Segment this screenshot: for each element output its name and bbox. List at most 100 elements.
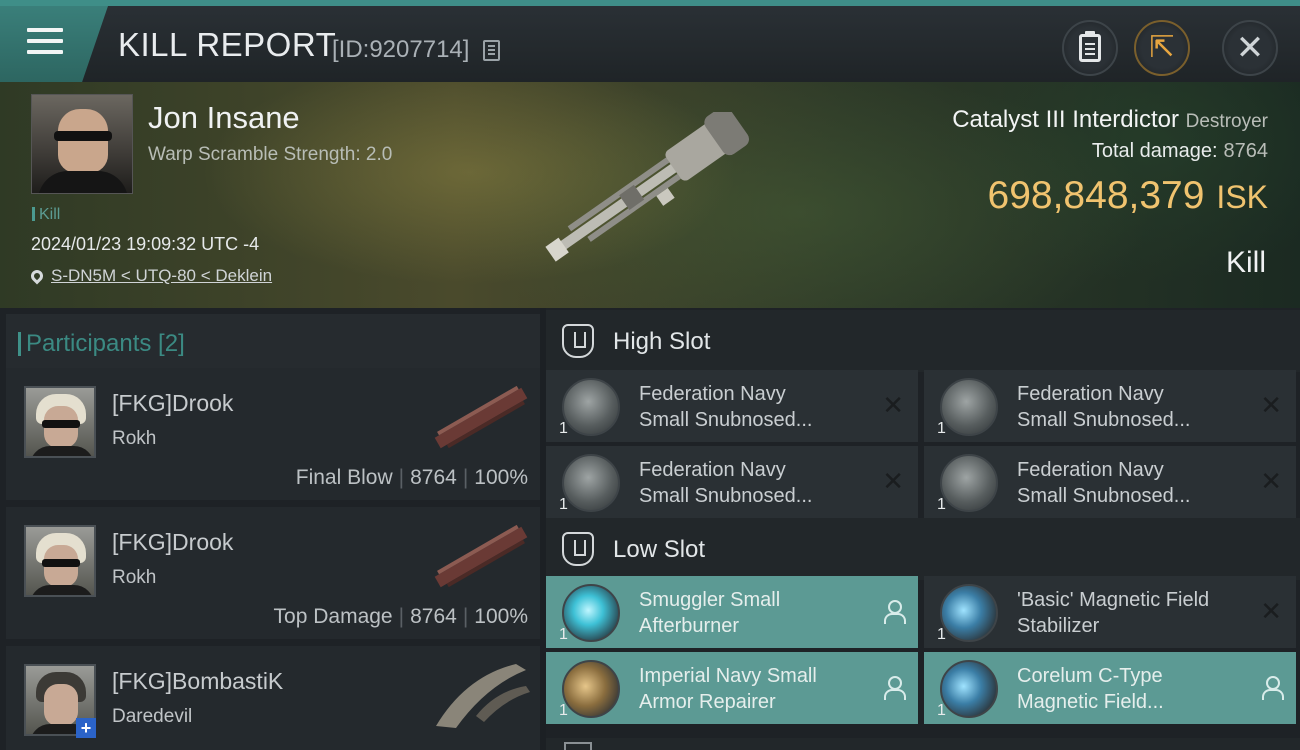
share-button[interactable]: ⇱: [1134, 20, 1190, 76]
participant-row[interactable]: [FKG]Drook Rokh Top Damage | 8764 | 100%: [6, 507, 540, 639]
participant-damage: 8764: [410, 466, 457, 489]
low-slot-header: Low Slot: [546, 518, 1300, 580]
participant-name: [FKG]BombastiK: [112, 668, 284, 694]
module-item[interactable]: 1 Federation Navy Small Snubnosed... ✕: [924, 370, 1296, 442]
module-name: Federation Navy Small Snubnosed...: [639, 383, 813, 431]
fitting-panel: High Slot 1 Federation Navy Small Snubnos…: [546, 308, 1300, 750]
participant-damage: 8764: [410, 605, 457, 628]
participant-ship: Rokh: [112, 428, 157, 449]
low-slot-label: Low Slot: [613, 536, 706, 563]
plus-badge-icon: +: [76, 718, 96, 738]
module-name: Federation Navy Small Snubnosed...: [1017, 459, 1191, 507]
dropped-person-icon: [1262, 676, 1284, 700]
destroyed-icon: ✕: [1260, 596, 1282, 626]
module-name: Smuggler Small Afterburner: [639, 589, 781, 637]
kill-datetime: 2024/01/23 19:09:32 UTC -4: [31, 234, 260, 254]
clipboard-button[interactable]: [1062, 20, 1118, 76]
participant-ship-image: [434, 385, 528, 449]
menu-button[interactable]: [0, 6, 108, 82]
participant-percent: 100%: [474, 466, 528, 489]
page-title: KILL REPORT: [118, 26, 337, 63]
participant-ship: Daredevil: [112, 706, 193, 727]
victim-panel: Jon Insane Warp Scramble Strength: 2.0 K…: [0, 82, 1300, 308]
clipboard-icon: [1079, 31, 1101, 62]
participant-avatar[interactable]: [24, 386, 96, 458]
module-item[interactable]: 1 Federation Navy Small Snubnosed... ✕: [924, 446, 1296, 518]
module-quantity: 1: [559, 420, 568, 437]
participant-stats: Top Damage | 8764 | 100%: [273, 605, 528, 628]
participants-panel: Participants [2] [FKG]Drook Rokh Final B…: [0, 308, 540, 750]
armor-repairer-icon: [562, 660, 620, 718]
victim-ship-image[interactable]: [530, 112, 770, 262]
module-item[interactable]: 1 Corelum C-Type Magnetic Field...: [924, 652, 1296, 724]
participant-percent: 100%: [474, 605, 528, 628]
close-icon: ✕: [1235, 29, 1265, 67]
participants-header: Participants [2]: [6, 314, 540, 372]
dropped-person-icon: [884, 600, 906, 624]
snubnosed-launcher-icon: [562, 454, 620, 512]
close-button[interactable]: ✕: [1222, 20, 1278, 76]
report-id: [ID:9207714]: [332, 36, 470, 63]
participant-ship-image: [436, 664, 530, 728]
menu-icon: [27, 28, 63, 56]
module-item[interactable]: 1 Federation Navy Small Snubnosed... ✕: [546, 370, 918, 442]
destroyed-icon: ✕: [882, 390, 904, 420]
participant-avatar[interactable]: [24, 525, 96, 597]
module-item[interactable]: 1 'Basic' Magnetic Field Stabilizer ✕: [924, 576, 1296, 648]
module-item[interactable]: 1 Imperial Navy Small Armor Repairer: [546, 652, 918, 724]
participant-role: Top Damage: [273, 605, 393, 628]
destroyed-icon: ✕: [1260, 466, 1282, 496]
isk-amount: 698,848,379: [987, 174, 1205, 217]
module-quantity: 1: [937, 702, 946, 719]
module-item[interactable]: 1 Smuggler Small Afterburner: [546, 576, 918, 648]
module-quantity: 1: [559, 702, 568, 719]
ship-class: Destroyer: [1185, 111, 1268, 132]
participants-title: Participants [2]: [18, 330, 185, 357]
copy-icon[interactable]: [483, 40, 500, 61]
participant-role: Final Blow: [295, 466, 393, 489]
module-quantity: 1: [559, 496, 568, 513]
total-damage: Total damage: 8764: [1092, 140, 1268, 163]
result-label: Kill: [1225, 246, 1266, 279]
top-bar: KILL REPORT [ID:9207714] ⇱ ✕: [0, 0, 1300, 82]
high-slot-label: High Slot: [613, 328, 711, 355]
afterburner-icon: [562, 584, 620, 642]
participant-row[interactable]: + [FKG]BombastiK Daredevil: [6, 646, 540, 750]
magnetic-field-stabilizer-icon: [940, 660, 998, 718]
destroyed-icon: ✕: [1260, 390, 1282, 420]
victim-name[interactable]: Jon Insane: [148, 100, 300, 136]
dropped-person-icon: [884, 676, 906, 700]
module-item[interactable]: 1 Federation Navy Small Snubnosed... ✕: [546, 446, 918, 518]
participant-stats: Final Blow | 8764 | 100%: [295, 466, 528, 489]
module-quantity: 1: [937, 420, 946, 437]
module-name: Federation Navy Small Snubnosed...: [639, 459, 813, 507]
participant-name: [FKG]Drook: [112, 390, 234, 416]
isk-unit: ISK: [1216, 179, 1268, 215]
high-slot-header: High Slot: [546, 310, 1300, 372]
kill-tag: Kill: [32, 206, 60, 224]
ship-type-name: Catalyst III Interdictor: [952, 106, 1179, 133]
module-name: Imperial Navy Small Armor Repairer: [639, 665, 817, 713]
module-name: Corelum C-Type Magnetic Field...: [1017, 665, 1164, 713]
module-quantity: 1: [937, 496, 946, 513]
isk-value: 698,848,379 ISK: [988, 174, 1268, 218]
participant-name: [FKG]Drook: [112, 529, 234, 555]
snubnosed-launcher-icon: [562, 378, 620, 436]
module-quantity: 1: [937, 626, 946, 643]
mid-slot-header-peek: [546, 738, 1300, 750]
module-quantity: 1: [559, 626, 568, 643]
participant-row[interactable]: [FKG]Drook Rokh Final Blow | 8764 | 100%: [6, 368, 540, 500]
victim-ship-name[interactable]: Catalyst III Interdictor Destroyer: [952, 106, 1268, 134]
high-slot-icon: [562, 324, 594, 358]
destroyed-icon: ✕: [882, 466, 904, 496]
kill-location-link[interactable]: S-DN5M < UTQ-80 < Deklein: [28, 266, 273, 286]
module-name: Federation Navy Small Snubnosed...: [1017, 383, 1191, 431]
snubnosed-launcher-icon: [940, 378, 998, 436]
victim-avatar[interactable]: [31, 94, 133, 194]
share-icon: ⇱: [1149, 31, 1175, 64]
total-damage-label: Total damage:: [1091, 140, 1218, 162]
snubnosed-launcher-icon: [940, 454, 998, 512]
low-slot-icon: [562, 532, 594, 566]
location-text: S-DN5M < UTQ-80 < Deklein: [51, 266, 273, 285]
location-pin-icon: [28, 267, 46, 285]
